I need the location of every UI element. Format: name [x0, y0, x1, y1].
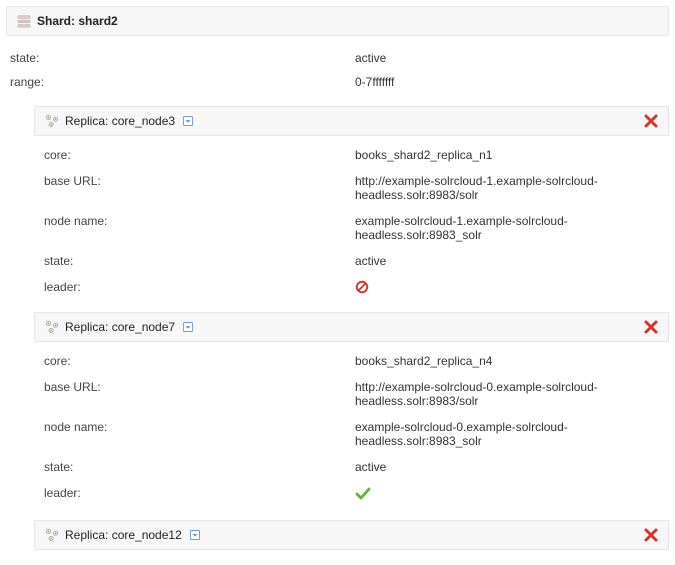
prop-label: base URL:	[44, 174, 355, 202]
replica-icon	[45, 528, 59, 542]
replica-row: state:active	[44, 248, 659, 274]
range-value: 0-7fffffff	[355, 75, 665, 89]
shard-title: Shard: shard2	[37, 14, 118, 28]
shard-state-row: state: active	[10, 46, 665, 70]
replica-header[interactable]: Replica: core_node7	[34, 312, 669, 342]
replica-title: Replica: core_node3	[65, 114, 175, 128]
range-label: range:	[10, 75, 355, 89]
node-name-value: example-solrcloud-0.example-solrcloud-he…	[355, 420, 659, 448]
prop-label: core:	[44, 354, 355, 368]
replica-row: leader:	[44, 274, 659, 300]
shard-range-row: range: 0-7fffffff	[10, 70, 665, 94]
leader-value	[355, 486, 659, 502]
replica-properties: core:books_shard2_replica_n4base URL:htt…	[34, 342, 669, 520]
dropdown-icon[interactable]	[183, 116, 193, 126]
delete-replica-button[interactable]	[644, 528, 658, 542]
replica-row: base URL:http://example-solrcloud-0.exam…	[44, 374, 659, 414]
prop-label: leader:	[44, 486, 355, 502]
replica-row: state:active	[44, 454, 659, 480]
prop-label: base URL:	[44, 380, 355, 408]
replica-icon	[45, 114, 59, 128]
replica-header[interactable]: Replica: core_node12	[34, 520, 669, 550]
node-name-value: example-solrcloud-1.example-solrcloud-he…	[355, 214, 659, 242]
state-value: active	[355, 460, 659, 474]
shard-icon	[17, 14, 31, 28]
dropdown-icon[interactable]	[183, 322, 193, 332]
replica-row: node name:example-solrcloud-1.example-so…	[44, 208, 659, 248]
replica-row: core:books_shard2_replica_n4	[44, 348, 659, 374]
replica-title: Replica: core_node7	[65, 320, 175, 334]
replica-icon	[45, 320, 59, 334]
dropdown-icon[interactable]	[190, 530, 200, 540]
state-value: active	[355, 254, 659, 268]
prop-label: node name:	[44, 214, 355, 242]
prop-label: state:	[44, 460, 355, 474]
replica-header[interactable]: Replica: core_node3	[34, 106, 669, 136]
forbidden-icon	[355, 280, 659, 294]
replica-row: leader:	[44, 480, 659, 508]
base-url-value: http://example-solrcloud-1.example-solrc…	[355, 174, 659, 202]
replica-properties: core:books_shard2_replica_n1base URL:htt…	[34, 136, 669, 312]
delete-replica-button[interactable]	[644, 114, 658, 128]
replica-row: core:books_shard2_replica_n1	[44, 142, 659, 168]
delete-replica-button[interactable]	[644, 320, 658, 334]
core-value: books_shard2_replica_n4	[355, 354, 659, 368]
check-icon	[355, 486, 659, 502]
leader-value	[355, 280, 659, 294]
prop-label: state:	[44, 254, 355, 268]
prop-label: leader:	[44, 280, 355, 294]
replica-row: base URL:http://example-solrcloud-1.exam…	[44, 168, 659, 208]
prop-label: core:	[44, 148, 355, 162]
state-value: active	[355, 51, 665, 65]
prop-label: node name:	[44, 420, 355, 448]
shard-header[interactable]: Shard: shard2	[6, 6, 669, 36]
replica-title: Replica: core_node12	[65, 528, 182, 542]
base-url-value: http://example-solrcloud-0.example-solrc…	[355, 380, 659, 408]
core-value: books_shard2_replica_n1	[355, 148, 659, 162]
replica-row: node name:example-solrcloud-0.example-so…	[44, 414, 659, 454]
shard-properties: state: active range: 0-7fffffff	[0, 42, 675, 106]
state-label: state:	[10, 51, 355, 65]
